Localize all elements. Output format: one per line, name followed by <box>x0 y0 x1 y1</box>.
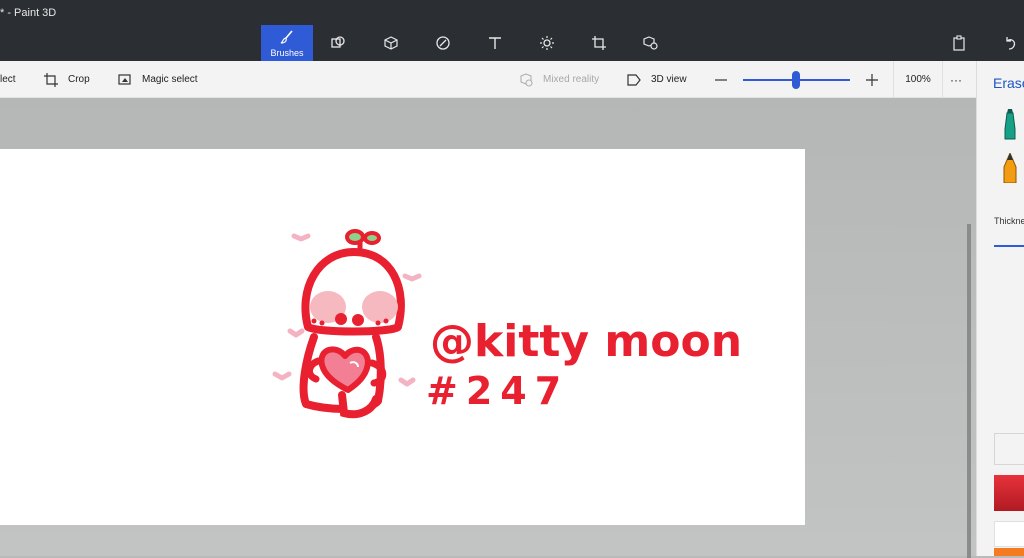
undo-icon <box>1006 37 1016 50</box>
crop-icon <box>44 72 58 87</box>
3d-view-button[interactable]: 3D view <box>627 61 687 98</box>
brushes-tool-label: Brushes <box>270 47 304 58</box>
zoom-slider-thumb[interactable] <box>792 71 800 89</box>
stickers-icon <box>436 36 450 50</box>
canvas-icon <box>592 36 606 50</box>
canvas-tool-button[interactable] <box>573 25 625 61</box>
select-label: lect <box>0 74 16 85</box>
3d-view-label: 3D view <box>651 74 687 85</box>
undo-button[interactable] <box>984 25 1024 61</box>
brushes-side-panel: Erase Thickne <box>976 61 1024 556</box>
window-title: * - Paint 3D <box>0 7 57 19</box>
magic-select-icon <box>118 73 131 85</box>
marker-brush-icon[interactable] <box>1001 109 1019 141</box>
magic-select-label: Magic select <box>142 74 198 85</box>
magic-select-button[interactable]: Magic select <box>118 61 198 98</box>
main-toolbar: Brushes <box>0 24 1024 61</box>
mixed-reality-icon <box>520 72 533 87</box>
secondary-toolbar: lect Crop Magic select Mixed reality 3D … <box>0 61 976 98</box>
3d-library-tool-button[interactable] <box>625 25 677 61</box>
zoom-out-button[interactable] <box>714 61 738 98</box>
more-icon: ··· <box>950 72 962 87</box>
3d-library-icon <box>643 36 658 50</box>
minus-icon <box>715 78 727 81</box>
thickness-slider[interactable] <box>994 245 1024 247</box>
paste-button[interactable] <box>933 25 985 61</box>
more-options-button[interactable]: ··· <box>950 61 962 98</box>
canvas-handle-text: @kitty moon <box>430 316 742 367</box>
crop-label: Crop <box>68 74 90 85</box>
color-swatch-white[interactable] <box>994 521 1024 547</box>
title-bar: * - Paint 3D <box>0 0 1024 24</box>
vertical-scrollbar[interactable] <box>967 224 971 558</box>
thickness-label: Thickne <box>994 216 1024 226</box>
drawing-canvas[interactable]: @kitty moon #247 <box>0 149 805 525</box>
brushes-tool-button[interactable]: Brushes <box>261 25 313 61</box>
mixed-reality-label: Mixed reality <box>543 74 600 85</box>
mixed-reality-button[interactable]: Mixed reality <box>519 61 599 98</box>
effects-tool-button[interactable] <box>521 25 573 61</box>
plus-icon <box>866 73 878 86</box>
brush-icon <box>280 29 293 44</box>
panel-title: Erase <box>993 75 1024 91</box>
zoom-percentage[interactable]: 100% <box>893 61 943 98</box>
color-swatch-red[interactable] <box>994 475 1024 511</box>
text-icon <box>489 37 501 49</box>
2d-shapes-tool-button[interactable] <box>312 25 364 61</box>
pencil-brush-icon[interactable] <box>1001 153 1019 183</box>
select-button[interactable]: lect <box>0 61 16 98</box>
3d-shapes-icon <box>384 36 398 50</box>
crop-button[interactable]: Crop <box>44 61 90 98</box>
paste-icon <box>953 35 965 51</box>
stickers-tool-button[interactable] <box>417 25 469 61</box>
effects-icon <box>540 36 554 50</box>
2d-shapes-icon <box>331 36 345 48</box>
zoom-in-button[interactable] <box>865 61 889 98</box>
text-tool-button[interactable] <box>469 25 521 61</box>
3d-view-icon <box>627 73 641 86</box>
color-swatch-light[interactable] <box>994 433 1024 465</box>
canvas-artwork: @kitty moon #247 <box>272 229 742 419</box>
3d-shapes-tool-button[interactable] <box>365 25 417 61</box>
color-swatch-orange[interactable] <box>994 548 1024 556</box>
workspace: @kitty moon #247 <box>0 98 976 556</box>
canvas-number-text: #247 <box>426 369 569 413</box>
